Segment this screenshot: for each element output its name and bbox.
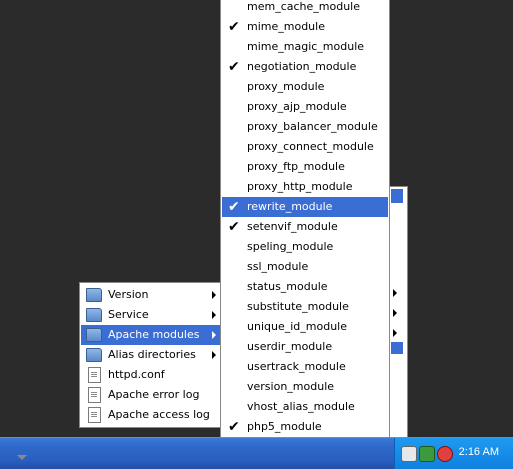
menu-item-label: httpd.conf [108, 368, 165, 381]
module-item-setenvif[interactable]: ✔ setenvif_module [222, 217, 388, 237]
wamp-context-menu: Version Service Apache modules Alias dir… [79, 282, 223, 428]
taskbar: 2:16 AM [0, 437, 513, 469]
module-label: mime_magic_module [247, 40, 365, 53]
module-label: vhost_alias_module [247, 400, 355, 413]
module-label: setenvif_module [247, 220, 338, 233]
chevron-right-icon [393, 329, 397, 337]
menu-item-label: Apache modules [108, 328, 200, 341]
folder-icon [86, 328, 102, 342]
menu-item-service[interactable]: Service [81, 305, 221, 325]
chevron-right-icon [212, 331, 216, 339]
module-item-status[interactable]: status_module [222, 277, 388, 297]
module-item-proxy[interactable]: proxy_module [222, 77, 388, 97]
chevron-right-icon [393, 289, 397, 297]
module-item-unique-id[interactable]: unique_id_module [222, 317, 388, 337]
module-item-substitute[interactable]: substitute_module [222, 297, 388, 317]
menu-item-httpd-conf[interactable]: httpd.conf [81, 365, 221, 385]
module-label: rewrite_module [247, 200, 333, 213]
chevron-right-icon [212, 311, 216, 319]
module-label: status_module [247, 280, 328, 293]
module-item-vhost-alias[interactable]: vhost_alias_module [222, 397, 388, 417]
menu-item-version[interactable]: Version [81, 285, 221, 305]
module-item-usertrack[interactable]: usertrack_module [222, 357, 388, 377]
chevron-right-icon [212, 291, 216, 299]
module-item-ssl[interactable]: ssl_module [222, 257, 388, 277]
chevron-right-icon [212, 351, 216, 359]
module-item-proxy-ftp[interactable]: proxy_ftp_module [222, 157, 388, 177]
module-label: proxy_http_module [247, 180, 353, 193]
checkmark-icon: ✔ [228, 199, 240, 215]
module-item-speling[interactable]: speling_module [222, 237, 388, 257]
module-item-rewrite[interactable]: ✔ rewrite_module [222, 197, 388, 217]
module-label: userdir_module [247, 340, 333, 353]
document-icon [88, 367, 101, 383]
module-label: proxy_balancer_module [247, 120, 378, 133]
speaker-icon[interactable] [401, 446, 417, 462]
chevron-right-icon [393, 309, 397, 317]
menu-item-apache-modules[interactable]: Apache modules [81, 325, 221, 345]
menu-item-label: Alias directories [108, 348, 196, 361]
document-icon [88, 407, 101, 423]
folder-icon [86, 348, 102, 362]
module-label: proxy_ajp_module [247, 100, 347, 113]
module-item-proxy-http[interactable]: proxy_http_module [222, 177, 388, 197]
menu-item-label: Apache access log [108, 408, 210, 421]
clock[interactable]: 2:16 AM [459, 446, 499, 458]
module-label: proxy_connect_module [247, 140, 374, 153]
module-item-proxy-connect[interactable]: proxy_connect_module [222, 137, 388, 157]
module-item-version[interactable]: version_module [222, 377, 388, 397]
menu-item-label: Apache error log [108, 388, 200, 401]
menu-item-alias-directories[interactable]: Alias directories [81, 345, 221, 365]
checkmark-icon: ✔ [228, 219, 240, 235]
apache-modules-menu: mem_cache_module ✔ mime_module mime_magi… [220, 0, 390, 439]
module-item-mime[interactable]: ✔ mime_module [222, 17, 388, 37]
module-label: unique_id_module [247, 320, 347, 333]
system-tray: 2:16 AM [394, 438, 513, 469]
menu-item-label: Version [108, 288, 149, 301]
checkmark-icon: ✔ [228, 19, 240, 35]
module-label: negotiation_module [247, 60, 357, 73]
folder-icon [86, 308, 102, 322]
document-icon [88, 387, 101, 403]
module-item-mem-cache[interactable]: mem_cache_module [222, 0, 388, 17]
wamp-icon[interactable] [437, 446, 453, 462]
module-item-proxy-ajp[interactable]: proxy_ajp_module [222, 97, 388, 117]
module-item-userdir[interactable]: userdir_module [222, 337, 388, 357]
module-label: proxy_module [247, 80, 325, 93]
highlight-strip-top [391, 189, 403, 203]
module-item-negotiation[interactable]: ✔ negotiation_module [222, 57, 388, 77]
menu-item-apache-access-log[interactable]: Apache access log [81, 405, 221, 425]
checkmark-icon: ✔ [228, 419, 240, 435]
scroll-down-arrow-icon[interactable] [17, 455, 27, 460]
menu-item-label: Service [108, 308, 149, 321]
module-label: speling_module [247, 240, 334, 253]
folder-icon [86, 288, 102, 302]
module-item-php5[interactable]: ✔ php5_module [222, 417, 388, 437]
module-label: proxy_ftp_module [247, 160, 345, 173]
checkmark-icon: ✔ [228, 59, 240, 75]
module-label: substitute_module [247, 300, 349, 313]
module-item-mime-magic[interactable]: mime_magic_module [222, 37, 388, 57]
module-label: ssl_module [247, 260, 309, 273]
module-item-proxy-balancer[interactable]: proxy_balancer_module [222, 117, 388, 137]
menu-item-apache-error-log[interactable]: Apache error log [81, 385, 221, 405]
module-label: mem_cache_module [247, 0, 360, 13]
module-label: usertrack_module [247, 360, 346, 373]
module-label: version_module [247, 380, 335, 393]
network-icon[interactable] [419, 446, 435, 462]
module-label: mime_module [247, 20, 325, 33]
module-label: php5_module [247, 420, 322, 433]
highlight-strip-mid [391, 342, 403, 354]
